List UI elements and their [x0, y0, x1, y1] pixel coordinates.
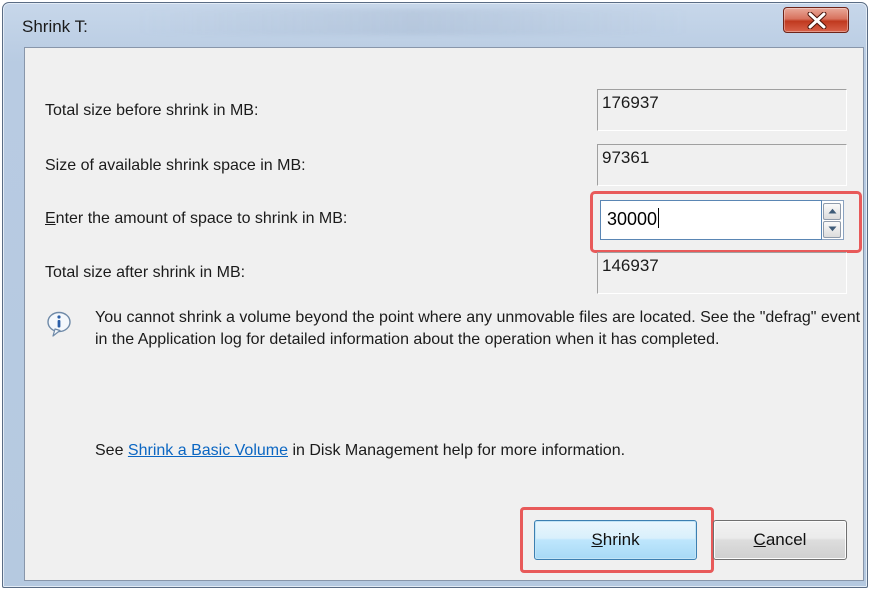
spin-up-button[interactable]: [823, 203, 841, 220]
spin-down-arrow-icon: [828, 226, 837, 232]
spin-up-arrow-icon: [828, 208, 837, 214]
cancel-button[interactable]: Cancel: [713, 520, 847, 560]
help-suffix: in Disk Management help for more informa…: [288, 442, 626, 459]
dialog-title: Shrink T:: [22, 17, 88, 36]
text-caret: [658, 208, 660, 228]
help-prefix: See: [95, 442, 128, 459]
info-message: You cannot shrink a volume beyond the po…: [95, 309, 861, 348]
shrink-dialog: Shrink T: Total size before shrink in MB…: [2, 2, 868, 588]
total-after-value: 146937: [597, 252, 847, 294]
title-bar[interactable]: Shrink T:: [3, 3, 867, 41]
available-shrink-label: Size of available shrink space in MB:: [45, 157, 306, 174]
shrink-amount-label: Enter the amount of space to shrink in M…: [45, 210, 347, 228]
shrink-amount-spinner: [822, 200, 844, 240]
close-button[interactable]: [783, 7, 849, 33]
cancel-button-label: ancel: [765, 530, 807, 549]
shrink-button-label: hrink: [602, 530, 640, 549]
dialog-content: Total size before shrink in MB: 176937 S…: [24, 47, 864, 581]
title-bar-background: [133, 9, 693, 35]
shrink-amount-label-accesskey: E: [45, 210, 56, 227]
cancel-button-accesskey: C: [753, 530, 766, 549]
shrink-button-accesskey: S: [591, 530, 603, 549]
total-before-value: 176937: [597, 89, 847, 131]
shrink-amount-highlight: 30000: [590, 191, 862, 253]
info-icon: [47, 311, 71, 337]
shrink-basic-volume-link[interactable]: Shrink a Basic Volume: [128, 442, 288, 459]
spin-down-button[interactable]: [823, 221, 841, 238]
close-icon: [807, 12, 827, 29]
help-line: See Shrink a Basic Volume in Disk Manage…: [95, 442, 625, 460]
shrink-amount-label-text: nter the amount of space to shrink in MB…: [55, 210, 348, 227]
total-before-label: Total size before shrink in MB:: [45, 102, 259, 119]
shrink-amount-input-value: 30000: [607, 209, 658, 229]
shrink-amount-input[interactable]: 30000: [600, 200, 822, 240]
available-shrink-value: 97361: [597, 144, 847, 186]
shrink-button[interactable]: Shrink: [534, 520, 697, 560]
total-after-label: Total size after shrink in MB:: [45, 264, 246, 281]
